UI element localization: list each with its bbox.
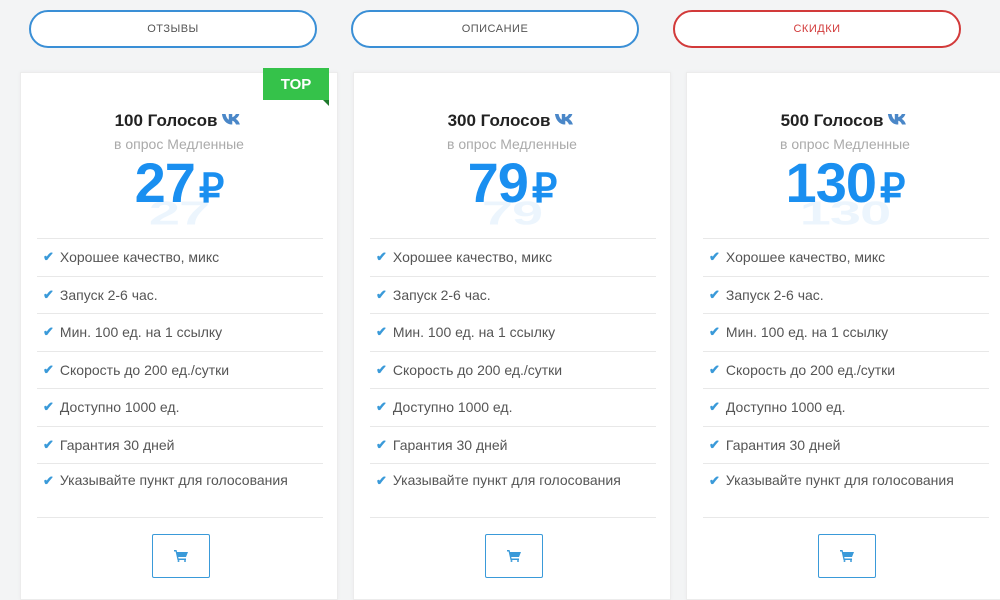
check-icon: ✔: [43, 436, 54, 452]
check-icon: ✔: [43, 473, 54, 488]
list-item: ✔ Доступно 1000 ед.: [703, 388, 989, 426]
list-item: ✔ Скорость до 200 ед./сутки: [37, 350, 323, 389]
vk-icon: [888, 114, 907, 125]
list-item: ✔ Указывайте пункт для голосования: [703, 463, 989, 518]
card-title: 100 Голосов: [21, 111, 337, 131]
cart-icon: [174, 550, 188, 562]
add-to-cart-button[interactable]: [485, 534, 543, 578]
currency-symbol: ₽: [879, 167, 905, 211]
list-item: ✔ Скорость до 200 ед./сутки: [370, 350, 656, 389]
tab-bar: ОТЗЫВЫ ОПИСАНИЕ СКИДКИ: [0, 10, 1000, 50]
check-icon: ✔: [709, 436, 720, 452]
pricing-card: 500 Голосов в опрос Медленные 130 130 ₽ ✔…: [686, 72, 1000, 600]
list-item: ✔ Указывайте пункт для голосования: [37, 463, 323, 518]
tab-discounts[interactable]: СКИДКИ: [673, 10, 961, 48]
check-icon: ✔: [709, 249, 720, 265]
check-icon: ✔: [43, 249, 54, 265]
check-icon: ✔: [376, 436, 387, 452]
price-value: 27: [134, 151, 196, 214]
check-icon: ✔: [709, 399, 720, 415]
feature-list: ✔ Хорошее качество, микс ✔ Запуск 2-6 час.…: [37, 238, 323, 518]
pricing-card: 300 Голосов в опрос Медленные 79 79 ₽ ✔ Хо…: [353, 72, 671, 600]
card-title: 300 Голосов: [354, 111, 670, 131]
check-icon: ✔: [43, 399, 54, 415]
tab-reviews[interactable]: ОТЗЫВЫ: [29, 10, 317, 48]
add-to-cart-button[interactable]: [152, 534, 210, 578]
card-title-text: 500 Голосов: [780, 111, 884, 130]
list-item: ✔ Доступно 1000 ед.: [370, 388, 656, 426]
list-item: ✔ Скорость до 200 ед./сутки: [703, 350, 989, 389]
check-icon: ✔: [376, 324, 387, 340]
tab-description[interactable]: ОПИСАНИЕ: [351, 10, 639, 48]
card-title: 500 Голосов: [687, 111, 1000, 131]
card-title-text: 300 Голосов: [447, 111, 551, 130]
list-item: ✔ Запуск 2-6 час.: [37, 275, 323, 314]
list-item: ✔ Гарантия 30 дней: [37, 425, 323, 464]
list-item: ✔ Гарантия 30 дней: [703, 425, 989, 464]
check-icon: ✔: [376, 286, 387, 302]
badge-fold: [323, 100, 329, 106]
check-icon: ✔: [709, 473, 720, 488]
list-item: ✔ Мин. 100 ед. на 1 ссылку: [703, 313, 989, 351]
card-title-text: 100 Голосов: [114, 111, 218, 130]
list-item: ✔ Запуск 2-6 час.: [703, 275, 989, 314]
list-item: ✔ Хорошее качество, микс: [703, 238, 989, 276]
card-subtitle: в опрос Медленные: [780, 136, 910, 152]
price: 27 ₽: [21, 155, 337, 211]
feature-list: ✔ Хорошее качество, микс ✔ Запуск 2-6 час.…: [370, 238, 656, 518]
vk-icon: [222, 114, 241, 125]
card-subtitle: в опрос Медленные: [447, 136, 577, 152]
list-item: ✔ Хорошее качество, микс: [37, 238, 323, 276]
check-icon: ✔: [43, 361, 54, 377]
check-icon: ✔: [376, 361, 387, 377]
currency-symbol: ₽: [531, 167, 557, 211]
add-to-cart-button[interactable]: [818, 534, 876, 578]
check-icon: ✔: [376, 399, 387, 415]
list-item: ✔ Мин. 100 ед. на 1 ссылку: [37, 313, 323, 351]
cart-icon: [840, 550, 854, 562]
currency-symbol: ₽: [198, 167, 224, 211]
list-item: ✔ Хорошее качество, микс: [370, 238, 656, 276]
check-icon: ✔: [709, 361, 720, 377]
list-item: ✔ Указывайте пункт для голосования: [370, 463, 656, 518]
card-subtitle: в опрос Медленные: [114, 136, 244, 152]
check-icon: ✔: [376, 473, 387, 488]
pricing-card: TOP 100 Голосов в опрос Медленные 27 27 ₽…: [20, 68, 338, 600]
check-icon: ✔: [376, 249, 387, 265]
price-value: 130: [785, 151, 877, 214]
check-icon: ✔: [43, 324, 54, 340]
price: 130 ₽: [687, 155, 1000, 211]
list-item: ✔ Запуск 2-6 час.: [370, 275, 656, 314]
feature-list: ✔ Хорошее качество, микс ✔ Запуск 2-6 час.…: [703, 238, 989, 518]
vk-icon: [555, 114, 574, 125]
check-icon: ✔: [709, 324, 720, 340]
check-icon: ✔: [43, 286, 54, 302]
price: 79 ₽: [354, 155, 670, 211]
check-icon: ✔: [709, 286, 720, 302]
list-item: ✔ Мин. 100 ед. на 1 ссылку: [370, 313, 656, 351]
cart-icon: [507, 550, 521, 562]
price-value: 79: [467, 151, 529, 214]
top-badge: TOP: [263, 68, 329, 100]
list-item: ✔ Гарантия 30 дней: [370, 425, 656, 464]
list-item: ✔ Доступно 1000 ед.: [37, 388, 323, 426]
